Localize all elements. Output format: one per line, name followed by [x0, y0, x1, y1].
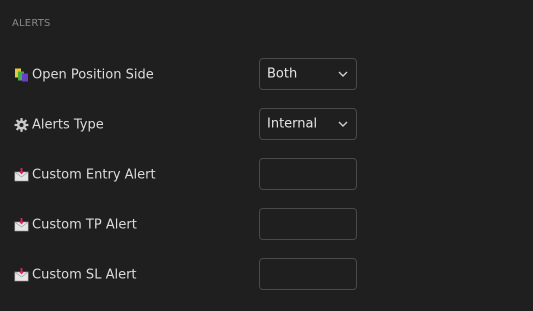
- custom-entry-alert-row: Custom Entry Alert: [14, 158, 359, 192]
- chevron-down-icon: [337, 68, 349, 80]
- open-position-side-row: Open Position Side Both: [14, 58, 359, 92]
- envelope-alert-icon: [14, 218, 29, 233]
- envelope-alert-icon: [14, 268, 29, 283]
- custom-tp-alert-input[interactable]: [259, 208, 357, 240]
- chevron-down-icon: [337, 118, 349, 130]
- envelope-alert-icon: [14, 168, 29, 183]
- custom-sl-alert-label: Custom SL Alert: [32, 267, 137, 283]
- position-side-icon: [14, 68, 29, 83]
- alerts-type-select[interactable]: Internal: [259, 108, 357, 140]
- custom-sl-alert-row: Custom SL Alert: [14, 258, 359, 292]
- custom-sl-alert-input[interactable]: [259, 258, 357, 290]
- alerts-type-row: Alerts Type Internal: [14, 108, 359, 142]
- open-position-side-label: Open Position Side: [32, 67, 154, 83]
- custom-entry-alert-label-wrap: Custom Entry Alert: [14, 168, 156, 183]
- alerts-type-label: Alerts Type: [32, 117, 104, 133]
- custom-sl-alert-label-wrap: Custom SL Alert: [14, 268, 137, 283]
- custom-tp-alert-label-wrap: Custom TP Alert: [14, 218, 137, 233]
- alerts-section-title: ALERTS: [12, 18, 51, 29]
- open-position-side-select[interactable]: Both: [259, 58, 357, 90]
- alerts-type-value: Internal: [267, 116, 318, 132]
- alerts-type-label-wrap: Alerts Type: [14, 118, 104, 133]
- custom-tp-alert-row: Custom TP Alert: [14, 208, 359, 242]
- custom-entry-alert-label: Custom Entry Alert: [32, 167, 156, 183]
- open-position-side-label-wrap: Open Position Side: [14, 68, 154, 83]
- custom-entry-alert-input[interactable]: [259, 158, 357, 190]
- gear-icon: [14, 118, 29, 133]
- open-position-side-value: Both: [267, 66, 298, 82]
- custom-tp-alert-label: Custom TP Alert: [32, 217, 137, 233]
